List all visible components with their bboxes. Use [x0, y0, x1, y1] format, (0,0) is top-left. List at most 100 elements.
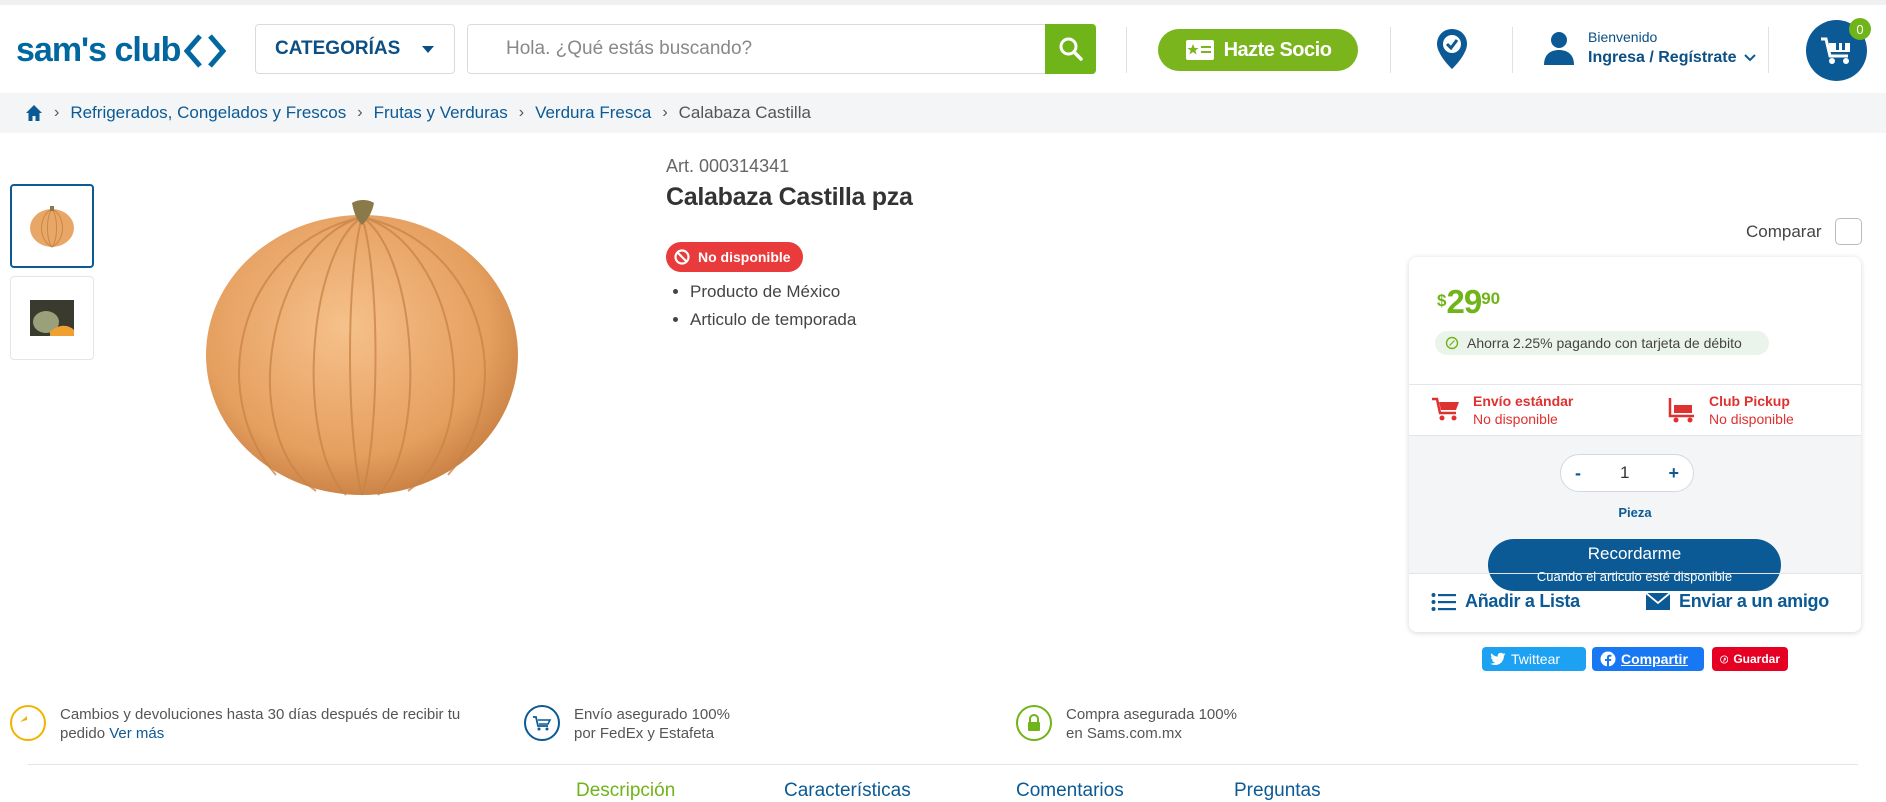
tab-descripcion[interactable]: Descripción	[576, 780, 675, 802]
unavailable-label: No disponible	[698, 249, 791, 265]
discount-icon	[1445, 336, 1459, 350]
divider	[28, 764, 1858, 765]
pickup-title: Club Pickup	[1709, 393, 1790, 409]
increase-button[interactable]: +	[1668, 463, 1679, 484]
pumpkin-thumbnail-image	[30, 206, 74, 248]
diamond-logo-icon	[184, 33, 227, 68]
facebook-label: Compartir	[1621, 651, 1688, 667]
user-icon	[1544, 32, 1574, 65]
cart-icon	[1820, 37, 1850, 64]
breadcrumb-separator: ›	[518, 104, 525, 121]
login-register-link[interactable]: Ingresa / Regístrate	[1588, 49, 1737, 67]
remind-subtitle: Cuando el articulo esté disponible	[1536, 569, 1733, 584]
breadcrumb-separator: ›	[54, 104, 60, 121]
divider	[1409, 435, 1861, 436]
price-integer: 29	[1446, 283, 1482, 320]
remind-title: Recordarme	[1587, 544, 1682, 563]
chevron-down-icon	[1743, 54, 1756, 62]
twitter-share-button[interactable]: Twittear	[1482, 647, 1586, 671]
search-input[interactable]	[468, 26, 1045, 72]
twitter-label: Twittear	[1511, 651, 1561, 667]
returns-feature: Cambios y devoluciones hasta 30 días des…	[10, 705, 460, 743]
breadcrumb-current: Calabaza Castilla	[678, 103, 811, 122]
lock-icon	[1016, 705, 1052, 741]
breadcrumb-separator: ›	[357, 104, 363, 121]
breadcrumb-frutas-verduras[interactable]: Frutas y Verduras	[374, 103, 508, 123]
pickup-status: No disponible	[1709, 411, 1794, 427]
tab-preguntas[interactable]: Preguntas	[1234, 780, 1321, 802]
club-pickup: Club Pickup No disponible	[1667, 393, 1794, 427]
membership-card-icon	[1185, 40, 1214, 60]
pinterest-icon	[1720, 654, 1729, 664]
categories-label: CATEGORÍAS	[275, 38, 401, 59]
compare-toggle[interactable]: Comparar	[1746, 218, 1862, 245]
search-button[interactable]	[1045, 24, 1096, 74]
pumpkin-image	[206, 200, 518, 496]
purchase-feature-line2: en Sams.com.mx	[1066, 725, 1182, 742]
remind-me-button[interactable]: Recordarme Cuando el articulo esté dispo…	[1488, 539, 1781, 591]
prohibited-icon	[674, 249, 690, 265]
secure-purchase-feature: Compra asegurada 100% en Sams.com.mx	[1016, 705, 1237, 743]
shipping-title: Envío estándar	[1473, 393, 1574, 409]
add-list-label: Añadir a Lista	[1465, 591, 1580, 611]
delivery-cart-icon	[524, 705, 560, 741]
logo-text: sam's club	[16, 31, 181, 69]
shipping-feature-line2: por FedEx y Estafeta	[574, 725, 715, 742]
welcome-text: Bienvenido	[1588, 29, 1658, 45]
categories-dropdown[interactable]: CATEGORÍAS	[255, 24, 455, 74]
product-features: Producto de México Articulo de temporada	[666, 282, 913, 330]
divider	[1409, 573, 1861, 574]
home-icon[interactable]	[25, 104, 43, 122]
pickup-cart-icon	[1668, 398, 1694, 423]
cart-button[interactable]: 0	[1806, 18, 1871, 81]
compare-label: Comparar	[1746, 221, 1822, 241]
shipping-status: No disponible	[1473, 411, 1558, 427]
pinterest-save-button[interactable]: Guardar	[1712, 647, 1788, 671]
hazte-socio-button[interactable]: Hazte Socio	[1158, 29, 1358, 71]
price: $ 29 90	[1437, 283, 1500, 321]
price-currency: $	[1437, 291, 1447, 310]
pumpkin-slice-thumbnail-image	[30, 300, 74, 336]
returns-ver-mas-link[interactable]: Ver más	[109, 725, 164, 742]
header-divider	[1390, 27, 1391, 73]
breadcrumb-refrigerados[interactable]: Refrigerados, Congelados y Frescos	[70, 103, 346, 123]
purchase-feature-line1: Compra asegurada 100%	[1066, 706, 1237, 723]
price-decimal: 90	[1481, 289, 1501, 308]
cart-icon	[1432, 397, 1459, 421]
unavailable-badge: No disponible	[666, 242, 803, 272]
product-main-image	[196, 195, 528, 510]
store-locator[interactable]	[1434, 27, 1470, 76]
sams-club-logo[interactable]: sam's club	[16, 31, 227, 70]
account-menu[interactable]: Bienvenido Ingresa / Regístrate	[1542, 29, 1757, 67]
tab-comentarios[interactable]: Comentarios	[1016, 780, 1124, 802]
product-info: Art. 000314341 Calabaza Castilla pza No …	[666, 156, 913, 338]
breadcrumb-verdura-fresca[interactable]: Verdura Fresca	[535, 103, 651, 123]
tab-caracteristicas[interactable]: Características	[784, 780, 911, 802]
add-to-list-button[interactable]: Añadir a Lista	[1431, 591, 1580, 612]
cart-count-badge: 0	[1849, 18, 1871, 40]
location-pin-icon	[1437, 29, 1467, 69]
chevron-down-icon	[422, 46, 434, 53]
product-title: Calabaza Castilla pza	[666, 183, 913, 211]
divider	[1409, 384, 1861, 385]
returns-text-cont: pedido	[60, 725, 106, 742]
saving-text: Ahorra 2.25% pagando con tarjeta de débi…	[1467, 335, 1742, 351]
decrease-button[interactable]: -	[1575, 463, 1581, 484]
thumbnail-1[interactable]	[10, 184, 94, 268]
send-friend-label: Enviar a un amigo	[1679, 591, 1829, 611]
thumbnail-list	[10, 184, 94, 368]
feature-item: Producto de México	[690, 282, 913, 302]
thumbnail-2[interactable]	[10, 276, 94, 360]
pinterest-label: Guardar	[1733, 652, 1780, 666]
search-icon	[1059, 37, 1083, 61]
standard-shipping: Envío estándar No disponible	[1431, 393, 1573, 427]
shipping-feature-line1: Envío asegurado 100%	[574, 706, 730, 723]
send-to-friend-button[interactable]: Enviar a un amigo	[1645, 591, 1829, 612]
facebook-icon	[1600, 651, 1616, 667]
compare-checkbox[interactable]	[1834, 218, 1862, 245]
facebook-share-button[interactable]: Compartir	[1592, 647, 1704, 671]
breadcrumb: › Refrigerados, Congelados y Frescos › F…	[0, 93, 1886, 133]
article-number: Art. 000314341	[666, 156, 790, 176]
debit-saving-badge: Ahorra 2.25% pagando con tarjeta de débi…	[1435, 331, 1769, 355]
quantity-value[interactable]: 1	[1620, 463, 1629, 483]
